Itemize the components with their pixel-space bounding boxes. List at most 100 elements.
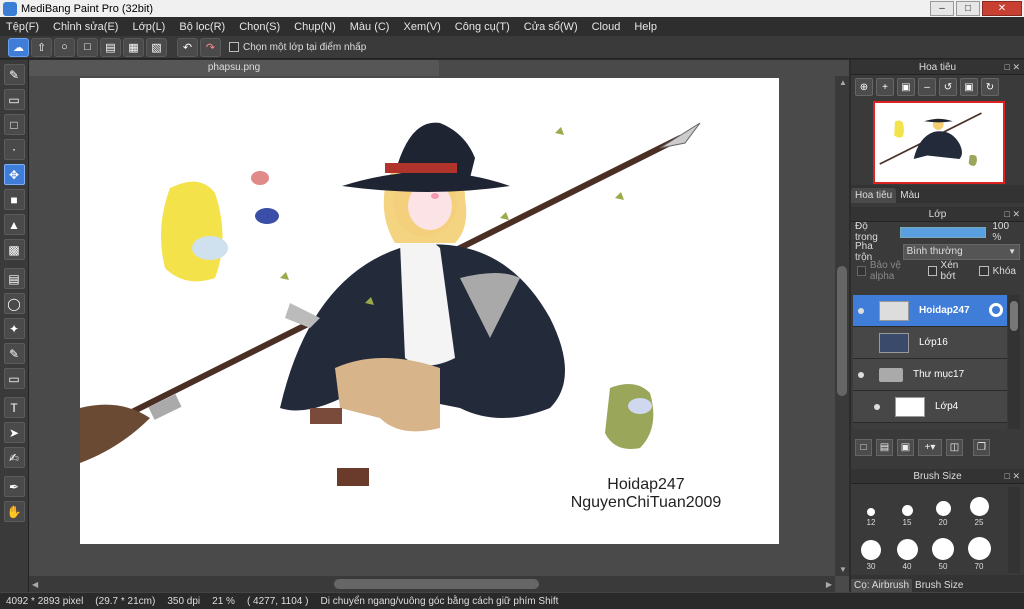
zoom-fit-icon[interactable]: ⊕ [855, 78, 873, 96]
select-layer-checkbox[interactable] [229, 42, 239, 52]
new-layer-icon[interactable]: □ [855, 439, 872, 456]
canvas[interactable]: Hoidap247 NguyenChiTuan2009 [80, 78, 779, 544]
protect-alpha-option[interactable]: Bảo vệ alpha [857, 260, 920, 282]
new-layer-8bit-icon[interactable]: ▤ [876, 439, 893, 456]
menu-cloud[interactable]: Cloud [592, 21, 621, 33]
layer-scroll-thumb[interactable] [1010, 301, 1018, 331]
menu-color[interactable]: Màu (C) [350, 21, 390, 33]
comment-icon[interactable]: □ [77, 37, 98, 57]
rect-select-icon[interactable]: ▤ [3, 268, 25, 289]
layer-row-lop4[interactable]: Lớp4 [853, 391, 1007, 423]
scroll-up-icon[interactable]: ▲ [839, 78, 847, 87]
gear-icon[interactable] [989, 303, 1003, 317]
menu-view[interactable]: Xem(V) [403, 21, 440, 33]
horizontal-scroll-thumb[interactable] [334, 579, 539, 589]
menu-layer[interactable]: Lớp(L) [132, 21, 165, 33]
vertical-scrollbar[interactable]: ▲ ▼ [835, 76, 849, 576]
grid-icon[interactable]: ▧ [146, 37, 167, 57]
brush-size-option[interactable]: 15 [891, 487, 923, 527]
magic-wand-icon[interactable]: ✦ [3, 318, 25, 339]
scroll-right-icon[interactable]: ▶ [826, 580, 832, 589]
menu-select[interactable]: Chọn(S) [239, 21, 280, 33]
fit-window-icon[interactable]: ▣ [897, 78, 915, 96]
layer-row-lop16[interactable]: Lớp16 [853, 327, 1007, 359]
brush-size-option[interactable]: 70 [963, 531, 995, 571]
blur-tool-icon[interactable]: ✍ [3, 447, 25, 468]
cloud-icon[interactable]: ☁ [8, 37, 29, 57]
eraser-tool-icon[interactable]: ▭ [3, 89, 25, 110]
select-layer-option[interactable]: Chọn một lớp tại điểm nhấp [229, 42, 366, 53]
blend-select[interactable]: Bình thường ▼ [902, 244, 1020, 260]
lock-option[interactable]: Khóa [978, 266, 1016, 277]
layer-row-folder[interactable]: Thư mục17 [853, 359, 1007, 391]
undo-button[interactable]: ↶ [177, 37, 198, 57]
operation-tool-icon[interactable]: ➤ [3, 422, 25, 443]
reset-view-icon[interactable]: ▣ [960, 78, 978, 96]
close-button[interactable]: ✕ [982, 1, 1022, 16]
page-icon[interactable]: ▤ [100, 37, 121, 57]
fill-rect-tool-icon[interactable]: ■ [3, 189, 25, 210]
maximize-button[interactable]: □ [956, 1, 980, 16]
scroll-down-icon[interactable]: ▼ [839, 565, 847, 574]
eyedropper-icon[interactable]: ✒ [3, 476, 25, 497]
clipping-checkbox[interactable] [927, 266, 937, 276]
minimize-button[interactable]: – [930, 1, 954, 16]
dot-tool-icon[interactable]: ⋅ [3, 139, 25, 160]
duplicate-layer-icon[interactable]: ❐ [973, 439, 990, 456]
zoom-in-icon[interactable]: + [876, 78, 894, 96]
select-pen-icon[interactable]: ✎ [3, 343, 25, 364]
bucket-tool-icon[interactable]: ▲ [3, 214, 25, 235]
menu-tools[interactable]: Công cụ(T) [455, 21, 510, 33]
rotate-left-icon[interactable]: ↺ [939, 78, 957, 96]
layer-panel-close-icon[interactable]: □ ✕ [1005, 207, 1020, 222]
clipping-option[interactable]: Xén bớt [927, 260, 971, 282]
hand-tool-icon[interactable]: ✋ [3, 501, 25, 522]
menu-edit[interactable]: Chỉnh sửa(E) [53, 21, 118, 33]
opacity-slider[interactable] [900, 226, 987, 238]
brush-size-option[interactable]: 20 [927, 487, 959, 527]
protect-alpha-checkbox[interactable] [857, 266, 866, 276]
visibility-icon[interactable] [853, 371, 869, 378]
lock-checkbox[interactable] [978, 266, 989, 276]
add-layer-menu-icon[interactable]: +▾ [918, 439, 942, 456]
redo-button[interactable]: ↷ [200, 37, 221, 57]
layer-scrollbar[interactable] [1008, 295, 1020, 429]
brush-scrollbar[interactable] [1008, 487, 1020, 573]
new-layer-1bit-icon[interactable]: ▣ [897, 439, 914, 456]
vertical-scroll-thumb[interactable] [837, 266, 847, 396]
navigator-thumbnail[interactable] [873, 101, 1005, 184]
brush-size-option[interactable]: 30 [855, 531, 887, 571]
text-tool-icon[interactable]: T [3, 397, 25, 418]
speech-bubble-icon[interactable]: ○ [54, 37, 75, 57]
horizontal-scrollbar[interactable]: ◀ ▶ [29, 576, 835, 592]
brush-size-option[interactable]: 40 [891, 531, 923, 571]
tab-color[interactable]: Màu [896, 188, 923, 203]
document-tab[interactable]: phapsu.png [29, 60, 439, 76]
menu-file[interactable]: Tệp(F) [6, 21, 39, 33]
gradient-tool-icon[interactable]: ▩ [3, 239, 25, 260]
menu-window[interactable]: Cửa sổ(W) [524, 21, 578, 33]
visibility-icon[interactable] [869, 403, 885, 410]
menu-help[interactable]: Help [634, 21, 657, 33]
folder-icon[interactable]: ◫ [946, 439, 963, 456]
shape-tool-icon[interactable]: □ [3, 114, 25, 135]
scroll-left-icon[interactable]: ◀ [32, 580, 38, 589]
brush-size-option[interactable]: 50 [927, 531, 959, 571]
visibility-icon[interactable] [853, 307, 869, 314]
brush-tool-icon[interactable]: ✎ [3, 64, 25, 85]
select-eraser-icon[interactable]: ▭ [3, 368, 25, 389]
zoom-out-icon[interactable]: – [918, 78, 936, 96]
tab-brush-size[interactable]: Brush Size [912, 579, 966, 592]
share-icon[interactable]: ⇧ [31, 37, 52, 57]
tab-brush[interactable]: Cọ: Airbrush [851, 579, 913, 592]
tab-navigator[interactable]: Hoa tiêu [851, 188, 897, 203]
menu-snap[interactable]: Chụp(N) [294, 21, 336, 33]
panel-close-icon[interactable]: □ ✕ [1005, 60, 1020, 75]
brush-size-option[interactable]: 25 [963, 487, 995, 527]
layer-row-hoidap247[interactable]: Hoidap247 [853, 295, 1007, 327]
lasso-select-icon[interactable]: ◯ [3, 293, 25, 314]
move-tool-icon[interactable]: ✥ [3, 164, 25, 185]
brush-panel-close-icon[interactable]: □ ✕ [1005, 469, 1020, 484]
menu-filter[interactable]: Bộ lọc(R) [179, 21, 225, 33]
panel-layout-icon[interactable]: ▦ [123, 37, 144, 57]
